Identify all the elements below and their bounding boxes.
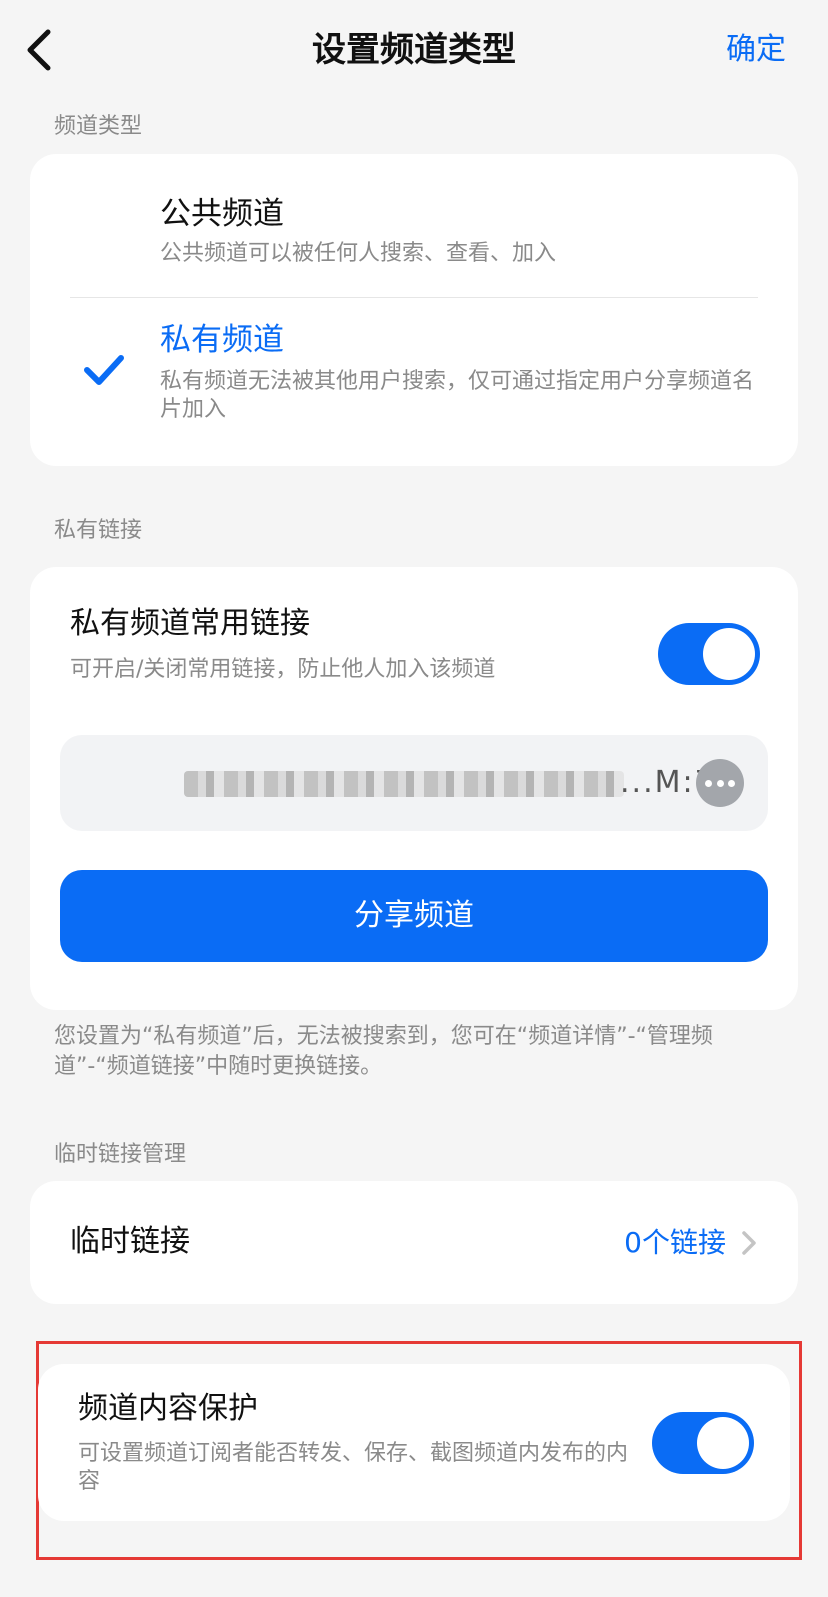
section-label-temp-link: 临时链接管理 [54,1142,187,1167]
private-link-toggle[interactable] [658,623,760,685]
confirm-button[interactable]: 确定 [726,28,786,72]
more-icon [728,780,735,787]
blurred-link [184,771,624,797]
option-public-channel[interactable]: 公共频道 公共频道可以被任何人搜索、查看、加入 [30,154,798,297]
option-title: 公共频道 [160,196,284,232]
page-title: 设置频道类型 [312,30,516,70]
temp-link-row[interactable]: 临时链接 0个链接 [30,1181,798,1304]
content-protection-title: 频道内容保护 [78,1391,258,1426]
private-link-desc: 可开启/关闭常用链接，防止他人加入该频道 [70,657,496,682]
share-channel-button[interactable]: 分享频道 [60,870,768,962]
option-desc: 公共频道可以被任何人搜索、查看、加入 [160,241,557,266]
channel-type-card: 公共频道 公共频道可以被任何人搜索、查看、加入 私有频道 私有频道无法被其他用户… [30,154,798,466]
chevron-right-icon [742,1231,756,1255]
section-label-channel-type: 频道类型 [54,114,143,139]
link-field[interactable]: ...M:7 [60,735,768,831]
content-protection-toggle[interactable] [652,1412,754,1474]
screen: 设置频道类型 确定 频道类型 公共频道 公共频道可以被任何人搜索、查看、加入 私… [0,0,828,1597]
option-desc: 私有频道无法被其他用户搜索，仅可通过指定用户分享频道名片加入 [160,369,755,422]
more-icon [716,780,724,787]
private-channel-note: 您设置为“私有频道”后，无法被搜索到，您可在“频道详情”-“管理频道”-“频道链… [54,1024,713,1079]
more-options-button[interactable] [696,759,744,807]
toggle-knob [697,1417,749,1469]
more-icon [705,780,712,787]
content-protection-card: 频道内容保护 可设置频道订阅者能否转发、保存、截图频道内发布的内容 [38,1364,790,1521]
checkmark-icon [84,355,124,385]
private-link-card: 私有频道常用链接 可开启/关闭常用链接，防止他人加入该频道 ...M:7 分享频… [30,567,798,1010]
toggle-knob [703,628,755,680]
temp-link-title: 临时链接 [70,1224,190,1259]
private-link-title: 私有频道常用链接 [70,606,310,641]
section-label-private-link: 私有链接 [54,518,143,543]
content-protection-desc: 可设置频道订阅者能否转发、保存、截图频道内发布的内容 [78,1441,629,1494]
temp-link-count: 0个链接 [624,1226,726,1259]
option-private-channel[interactable]: 私有频道 私有频道无法被其他用户搜索，仅可通过指定用户分享频道名片加入 [30,298,798,466]
option-title: 私有频道 [160,322,284,358]
nav-bar: 设置频道类型 确定 [0,0,828,100]
